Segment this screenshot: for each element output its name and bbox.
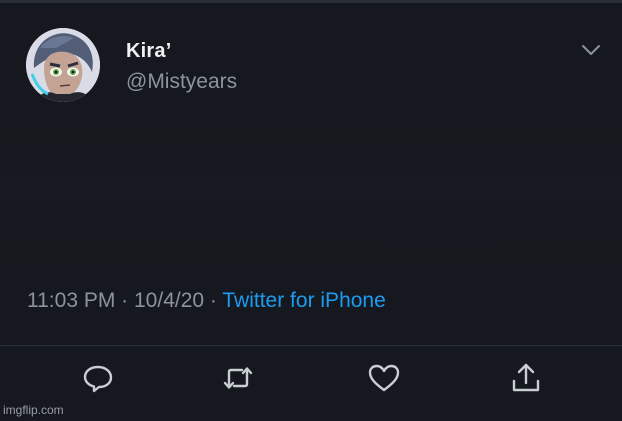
display-name[interactable]: Kira’ [126,40,171,63]
tweet-body-redacted [0,120,622,280]
tweet-time: 11:03 PM [27,289,116,312]
retweet-button[interactable] [220,360,256,396]
meta-separator: · [204,289,223,312]
reply-icon [83,365,113,393]
like-button[interactable] [366,360,402,396]
share-button[interactable] [508,360,544,396]
tweet-metadata: 11:03 PM · 10/4/20 · Twitter for iPhone [27,289,386,313]
top-divider [0,0,622,3]
tweet-source-link[interactable]: Twitter for iPhone [222,289,385,312]
chevron-down-icon[interactable] [580,42,602,58]
watermark: imgflip.com [3,403,64,417]
tweet-date: 10/4/20 [134,289,205,312]
retweet-icon [223,367,253,389]
avatar-image [26,28,100,102]
avatar[interactable] [26,28,100,102]
action-bar-divider [0,345,622,346]
reply-button[interactable] [80,360,116,396]
share-icon [512,363,540,392]
user-handle[interactable]: @Mistyears [126,70,237,94]
heart-icon [368,364,400,392]
meta-separator: · [115,289,134,312]
